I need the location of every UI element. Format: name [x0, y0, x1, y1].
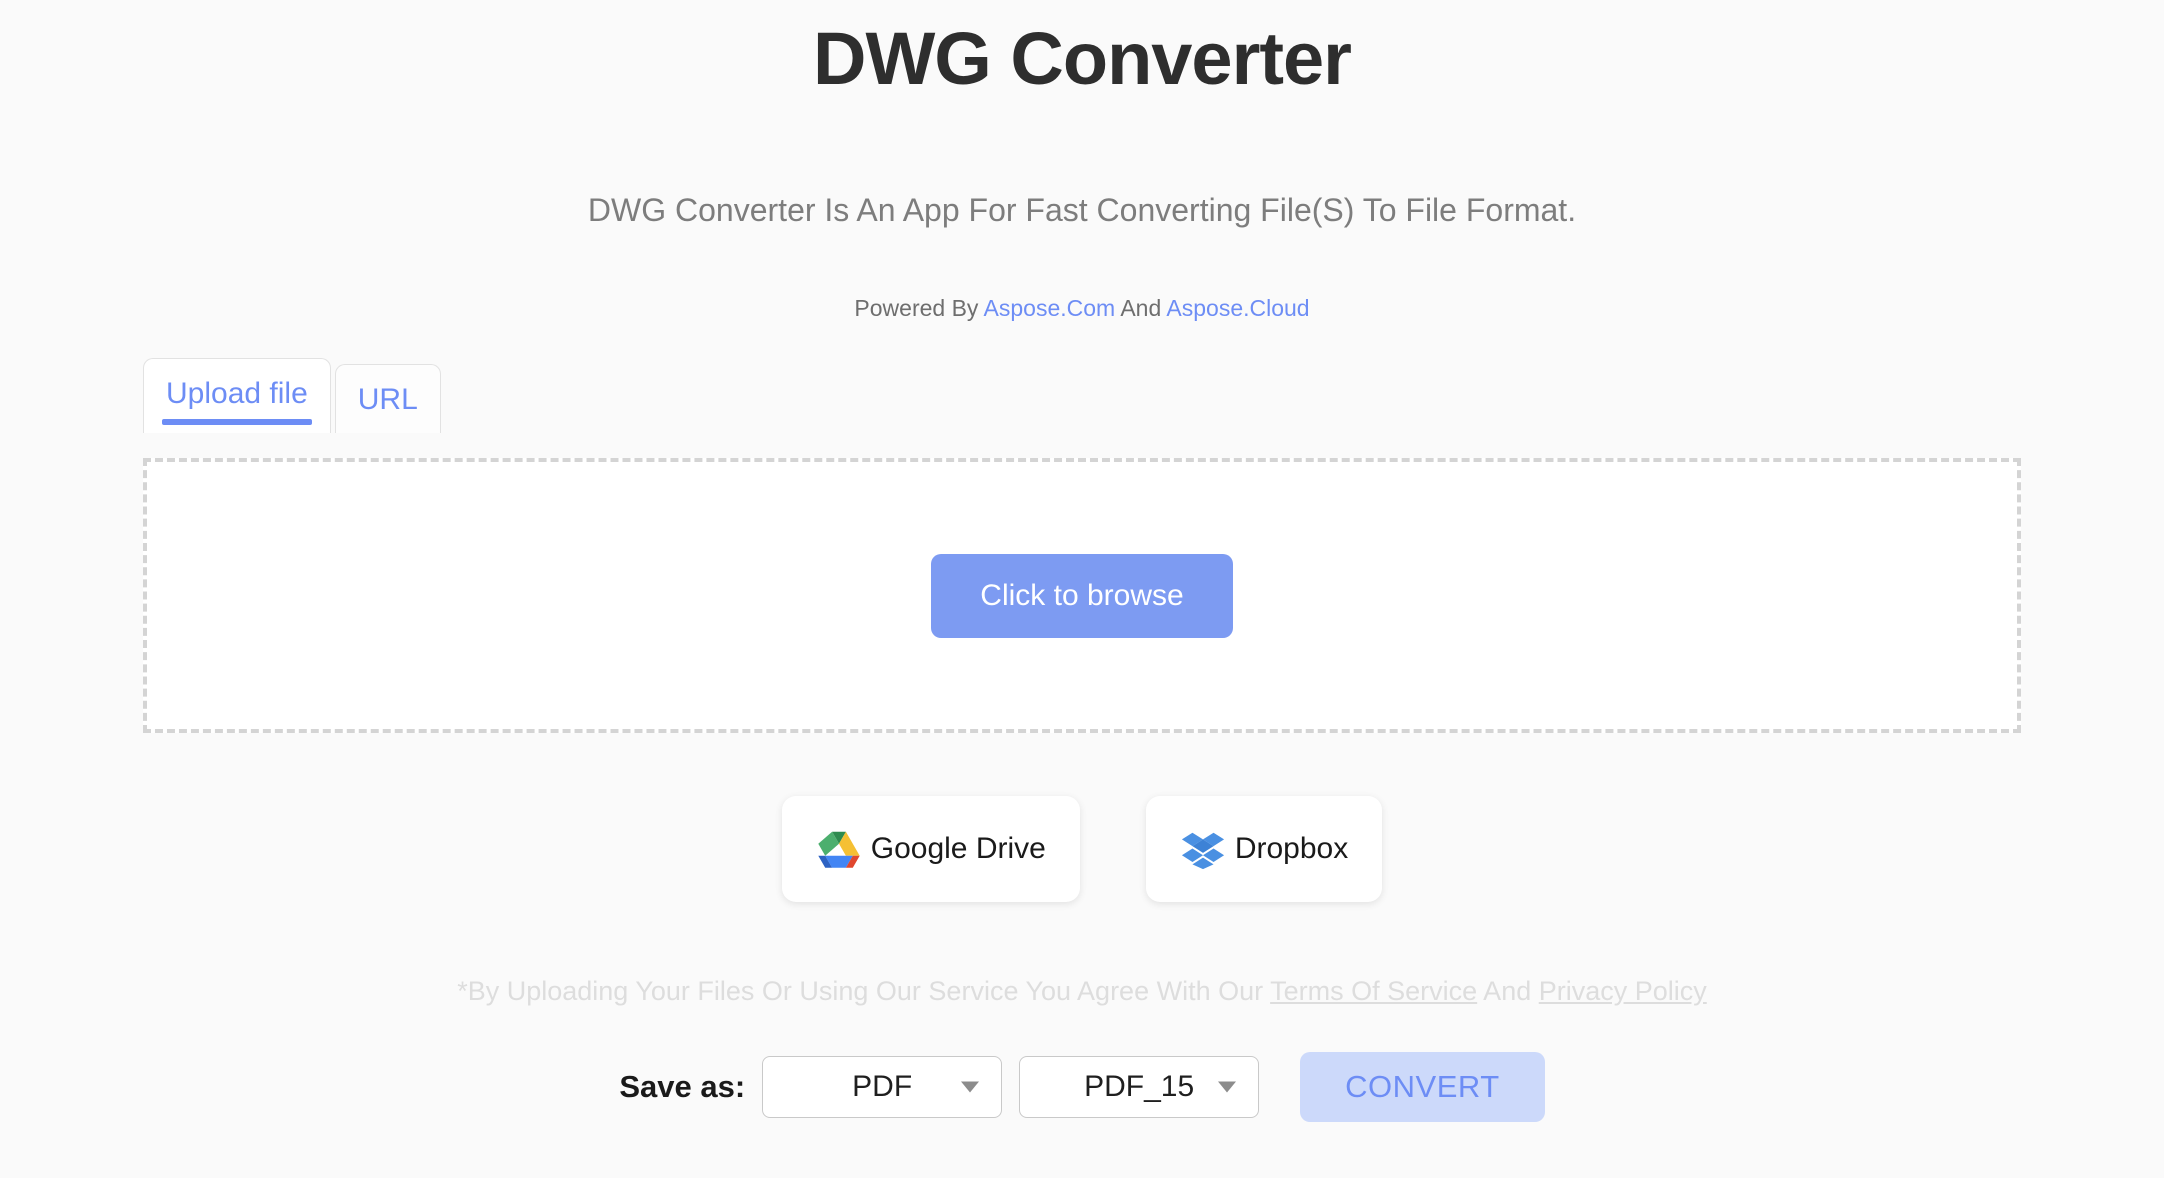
cloud-source-buttons: Google Drive Dropbox	[0, 796, 2164, 902]
dropbox-label: Dropbox	[1234, 832, 1349, 865]
google-drive-button[interactable]: Google Drive	[781, 796, 1080, 902]
terms-prefix: *By Uploading Your Files Or Using Our Se…	[457, 976, 1271, 1006]
chevron-down-icon	[1218, 1081, 1237, 1093]
output-format-select[interactable]: PDF	[762, 1056, 1003, 1118]
tab-upload-file-label: Upload file	[166, 377, 308, 410]
tab-url-label: URL	[357, 383, 418, 416]
terms-of-service-link[interactable]: Terms Of Service	[1270, 976, 1477, 1006]
click-to-browse-button[interactable]: Click to browse	[931, 553, 1233, 638]
convert-button[interactable]: CONVERT	[1300, 1052, 1545, 1122]
save-as-row: Save as: PDF PDF_15 CONVERT	[0, 1052, 2164, 1122]
dropbox-icon	[1181, 832, 1224, 870]
page-title: DWG Converter	[813, 17, 1352, 100]
aspose-com-link[interactable]: Aspose.Com	[984, 295, 1116, 321]
terms-disclaimer: *By Uploading Your Files Or Using Our Se…	[0, 976, 2164, 1007]
chevron-down-icon	[961, 1081, 980, 1093]
tab-url[interactable]: URL	[334, 364, 441, 433]
google-drive-icon	[818, 831, 860, 868]
google-drive-label: Google Drive	[870, 832, 1046, 865]
dwg-converter-page: DWG Converter DWG Converter Is An App Fo…	[0, 0, 2164, 1178]
output-version-select[interactable]: PDF_15	[1019, 1056, 1260, 1118]
source-tabs: Upload file URL	[143, 358, 441, 433]
powered-by-prefix: Powered By	[854, 295, 984, 321]
file-dropzone[interactable]: Click to browse	[143, 458, 2021, 733]
output-version-value: PDF_15	[1084, 1070, 1195, 1103]
aspose-cloud-link[interactable]: Aspose.Cloud	[1166, 295, 1309, 321]
dropbox-button[interactable]: Dropbox	[1145, 796, 1383, 902]
powered-by-middle: And	[1115, 295, 1167, 321]
save-as-label: Save as:	[619, 1069, 746, 1104]
page-subtitle: DWG Converter Is An App For Fast Convert…	[587, 192, 1577, 228]
privacy-policy-link[interactable]: Privacy Policy	[1539, 976, 1707, 1006]
tab-active-underline	[162, 419, 312, 425]
powered-by-line: Powered By Aspose.Com And Aspose.Cloud	[0, 295, 2164, 322]
tab-upload-file[interactable]: Upload file	[143, 358, 331, 433]
output-format-value: PDF	[852, 1070, 913, 1103]
terms-middle: And	[1477, 976, 1539, 1006]
